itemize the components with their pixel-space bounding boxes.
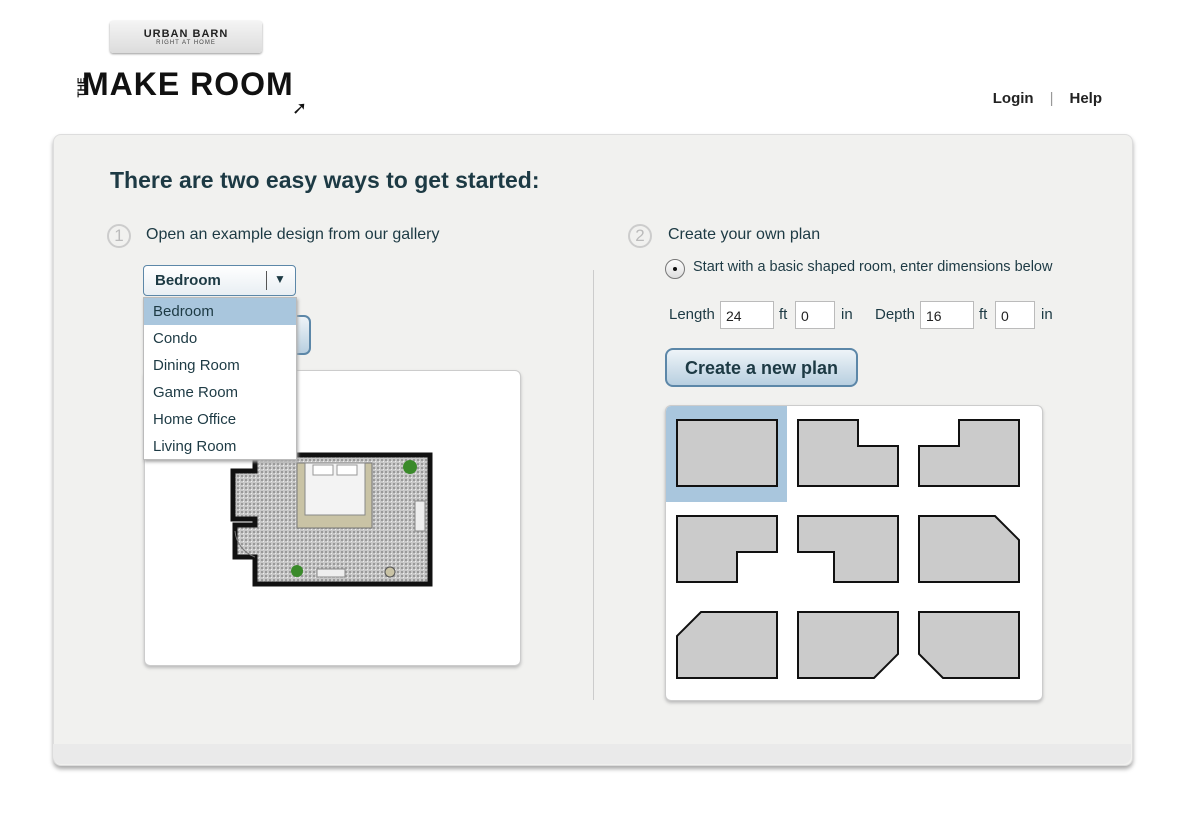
in-unit: in <box>841 306 853 323</box>
shape-cut-bottom-right[interactable] <box>787 598 908 694</box>
shape-cut-top-right[interactable] <box>908 502 1029 598</box>
step-2-badge: 2 <box>628 224 652 248</box>
option-home-office[interactable]: Home Office <box>144 406 296 433</box>
chevron-down-icon: ▼ <box>274 272 286 286</box>
shape-cut-top-right-icon <box>918 515 1020 583</box>
option-condo[interactable]: Condo <box>144 325 296 352</box>
shape-notch-bottom-right-icon <box>676 515 778 583</box>
room-type-select[interactable]: Bedroom ▼ <box>143 265 296 296</box>
shape-cut-top-left[interactable] <box>666 598 787 694</box>
in-unit: in <box>1041 306 1053 323</box>
select-value: Bedroom <box>155 272 221 289</box>
basic-room-radio[interactable] <box>665 259 685 279</box>
shape-notch-bottom-right[interactable] <box>666 502 787 598</box>
panel-footer <box>53 744 1131 764</box>
shape-rectangle[interactable] <box>666 406 787 502</box>
shape-notch-bottom-left-icon <box>797 515 899 583</box>
length-label: Length <box>669 306 715 323</box>
help-link[interactable]: Help <box>1069 90 1102 107</box>
step-1-badge: 1 <box>107 224 131 248</box>
ft-unit: ft <box>979 306 988 323</box>
option-2-label: Create your own plan <box>668 226 821 243</box>
shape-cut-top-left-icon <box>676 611 778 679</box>
shape-notch-top-right-icon <box>797 419 899 487</box>
divider <box>593 270 594 700</box>
cursor-icon: ➚ <box>292 98 308 118</box>
option-dining-room[interactable]: Dining Room <box>144 352 296 379</box>
nav-separator: | <box>1049 90 1054 107</box>
page-title: There are two easy ways to get started: <box>110 167 540 193</box>
select-divider <box>266 271 267 290</box>
make-room-logo: MAKE ROOM <box>82 66 294 102</box>
shape-cut-bottom-left[interactable] <box>908 598 1029 694</box>
shape-notch-top-left-icon <box>918 419 1020 487</box>
depth-in-input[interactable]: 0 <box>995 301 1035 329</box>
depth-label: Depth <box>875 306 916 323</box>
shape-notch-top-right[interactable] <box>787 406 908 502</box>
top-nav: Login | Help <box>985 90 1110 107</box>
room-type-dropdown-list: Bedroom Condo Dining Room Game Room Home… <box>143 297 297 460</box>
shape-cut-bottom-left-icon <box>918 611 1020 679</box>
option-bedroom[interactable]: Bedroom <box>144 298 296 325</box>
ft-unit: ft <box>779 306 788 323</box>
option-1-label: Open an example design from our gallery <box>146 226 440 243</box>
length-in-input[interactable]: 0 <box>795 301 835 329</box>
length-ft-input[interactable]: 24 <box>720 301 774 329</box>
radio-label: Start with a basic shaped room, enter di… <box>693 259 1053 275</box>
login-link[interactable]: Login <box>993 90 1034 107</box>
create-new-plan-button[interactable]: Create a new plan <box>665 348 858 387</box>
depth-ft-input[interactable]: 16 <box>920 301 974 329</box>
option-game-room[interactable]: Game Room <box>144 379 296 406</box>
shape-notch-bottom-left[interactable] <box>787 502 908 598</box>
shape-notch-top-left[interactable] <box>908 406 1029 502</box>
shape-cut-bottom-right-icon <box>797 611 899 679</box>
shape-rectangle-icon <box>676 419 778 487</box>
urban-barn-logo[interactable]: URBAN BARN RIGHT AT HOME <box>110 21 262 53</box>
room-shape-picker <box>665 405 1043 701</box>
option-living-room[interactable]: Living Room <box>144 433 296 460</box>
